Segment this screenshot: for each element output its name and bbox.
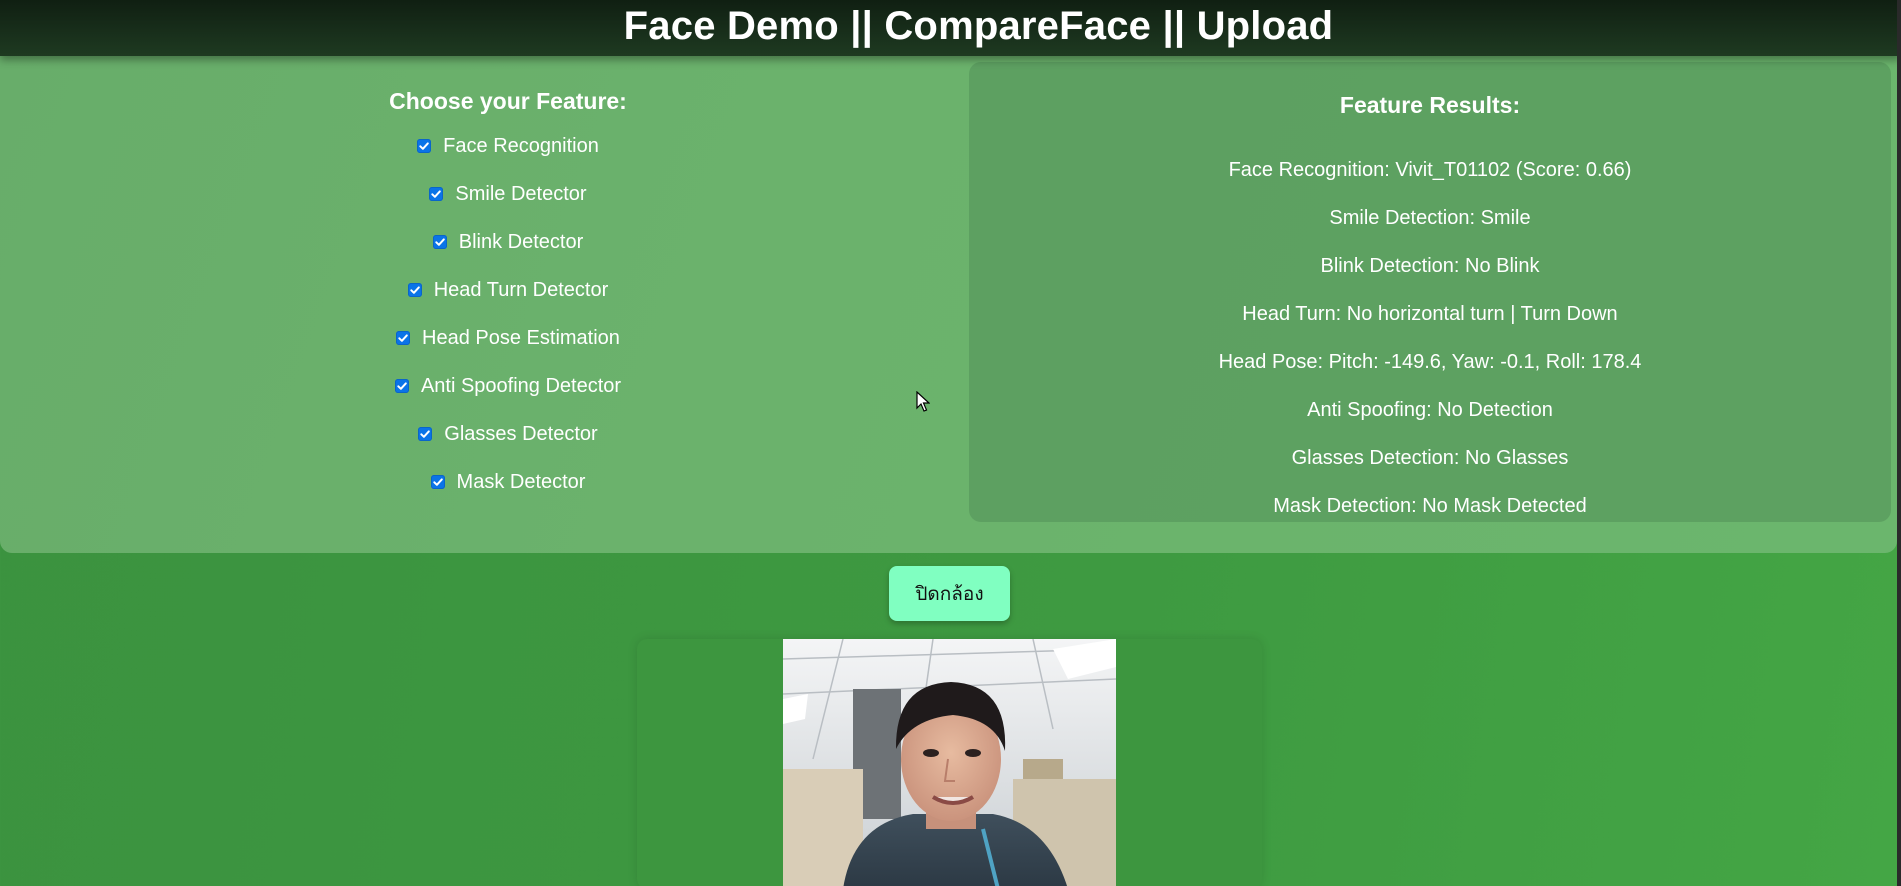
feature-option-label: Head Turn Detector: [433, 278, 609, 301]
feature-option[interactable]: Mask Detector: [0, 458, 1016, 506]
feature-option[interactable]: Anti Spoofing Detector: [0, 362, 1016, 410]
feature-option-label: Anti Spoofing Detector: [420, 374, 622, 397]
checkbox-checked-icon[interactable]: [418, 427, 433, 441]
nav-title: Face Demo || CompareFace || Upload: [0, 4, 1901, 49]
close-camera-button[interactable]: ปิดกล้อง: [889, 566, 1010, 621]
mouse-pointer-icon: [916, 391, 930, 412]
feature-option[interactable]: Head Pose Estimation: [0, 314, 1016, 362]
nav-separator: ||: [1162, 4, 1186, 48]
results-list: Face Recognition: Vivit_T01102 (Score: 0…: [969, 146, 1891, 530]
result-item: Mask Detection: No Mask Detected: [1273, 494, 1587, 517]
feature-option[interactable]: Head Turn Detector: [0, 266, 1016, 314]
result-item: Head Pose: Pitch: -149.6, Yaw: -0.1, Rol…: [1218, 350, 1642, 373]
result-item: Anti Spoofing: No Detection: [1307, 398, 1553, 421]
result-item: Smile Detection: Smile: [1329, 206, 1531, 229]
camera-container: [637, 639, 1262, 886]
feature-option[interactable]: Blink Detector: [0, 218, 1016, 266]
nav-link-upload[interactable]: Upload: [1197, 4, 1334, 48]
feature-list: Face Recognition Smile Detector Blink Dete…: [0, 122, 1016, 506]
checkbox-checked-icon[interactable]: [432, 235, 447, 249]
result-item: Blink Detection: No Blink: [1320, 254, 1540, 277]
feature-option-label: Blink Detector: [458, 230, 584, 253]
result-item: Face Recognition: Vivit_T01102 (Score: 0…: [1228, 158, 1632, 181]
feature-panel: Choose your Feature: Face Recognition Smi…: [0, 56, 1897, 553]
feature-chooser: Choose your Feature: Face Recognition Smi…: [0, 86, 1016, 506]
feature-option-label: Face Recognition: [443, 134, 599, 157]
feature-option-label: Mask Detector: [456, 470, 586, 493]
feature-chooser-title: Choose your Feature:: [389, 88, 627, 114]
feature-option[interactable]: Glasses Detector: [0, 410, 1016, 458]
feature-option-label: Smile Detector: [455, 182, 587, 205]
nav-link-compareface[interactable]: CompareFace: [884, 4, 1151, 48]
feature-option[interactable]: Face Recognition: [0, 122, 1016, 170]
checkbox-checked-icon[interactable]: [407, 283, 422, 297]
checkbox-checked-icon[interactable]: [394, 379, 409, 393]
results-panel: Feature Results: Face Recognition: Vivit…: [969, 62, 1891, 522]
feature-option-label: Glasses Detector: [444, 422, 598, 445]
checkbox-checked-icon[interactable]: [396, 331, 411, 345]
feature-option-label: Head Pose Estimation: [422, 326, 620, 349]
feature-option[interactable]: Smile Detector: [0, 170, 1016, 218]
nav-link-face-demo[interactable]: Face Demo: [624, 4, 839, 48]
webcam-frame-image: [783, 639, 1116, 886]
nav-separator: ||: [850, 4, 874, 48]
top-nav-bar: Face Demo || CompareFace || Upload: [0, 0, 1901, 56]
checkbox-checked-icon[interactable]: [430, 475, 445, 489]
checkbox-checked-icon[interactable]: [429, 187, 444, 201]
window-edge: [1897, 0, 1901, 886]
result-item: Glasses Detection: No Glasses: [1291, 446, 1569, 469]
webcam-video: [783, 639, 1116, 886]
results-title: Feature Results:: [1339, 92, 1521, 118]
checkbox-checked-icon[interactable]: [417, 139, 432, 153]
result-item: Head Turn: No horizontal turn | Turn Dow…: [1242, 302, 1618, 325]
